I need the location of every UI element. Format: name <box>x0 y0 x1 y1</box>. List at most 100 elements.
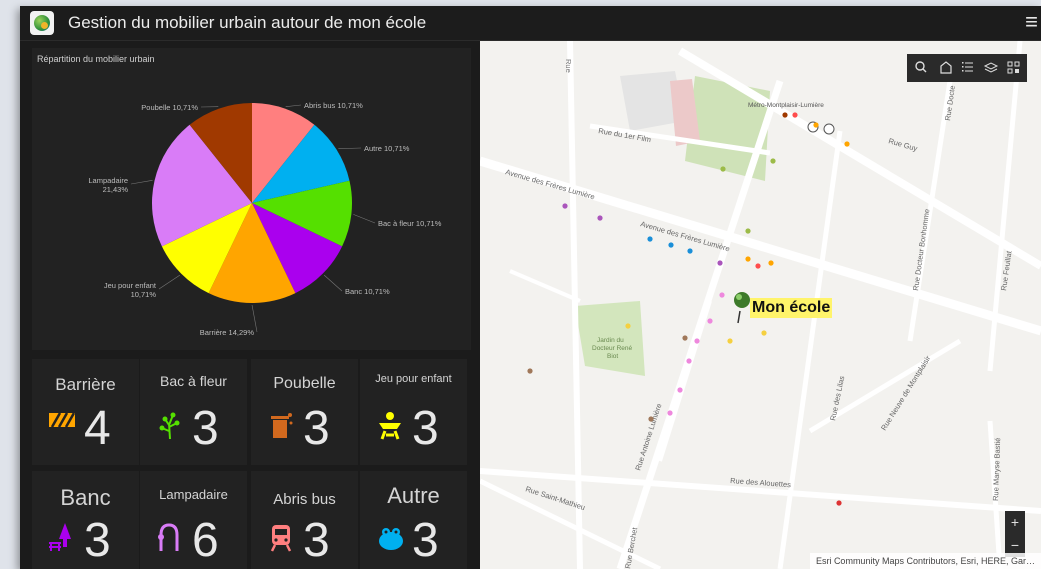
barriere-point <box>813 122 819 128</box>
pie-leader-line <box>353 214 376 224</box>
zoom-in-button[interactable]: + <box>1005 511 1025 534</box>
lampadaire-point <box>667 410 673 416</box>
street-label: Rue des Lilas <box>828 375 846 422</box>
pie-label: Abris bus 10,71% <box>304 101 363 110</box>
street-label: Rue Neuve de Montplaisir <box>879 354 933 432</box>
layers-icon[interactable] <box>983 62 999 73</box>
trash-icon <box>267 411 297 446</box>
road-rue <box>567 41 583 569</box>
road-path <box>509 269 581 303</box>
pie-label: Autre 10,71% <box>364 144 410 153</box>
poubelle-point <box>682 335 688 341</box>
barrier-icon <box>48 411 78 446</box>
park-label: Biot <box>607 353 618 360</box>
poubelle-point <box>648 416 654 422</box>
pie-label: Bac à fleur 10,71% <box>378 219 442 228</box>
counter-label: Jeu pour enfant <box>375 373 452 385</box>
counter-value: 4 <box>84 402 111 455</box>
flower-icon <box>156 411 186 446</box>
jeu-pour-enfant-point <box>625 323 631 329</box>
legend-icon[interactable] <box>962 62 973 72</box>
counter-value: 3 <box>412 514 439 567</box>
autre-point <box>687 248 693 254</box>
counter-card-bac-fleur: Bac à fleur 3 <box>140 359 247 465</box>
counter-card-autre: Autre 3 <box>360 471 467 569</box>
counter-card-jeu-pour-enfant: Jeu pour enfant 3 <box>360 359 467 465</box>
counter-label: Poubelle <box>273 375 336 392</box>
app-window: Gestion du mobilier urbain autour de mon… <box>20 6 1041 569</box>
counter-card-lampadaire: Lampadaire 6 <box>140 471 247 569</box>
app-title: Gestion du mobilier urbain autour de mon… <box>68 13 427 32</box>
park-label: Docteur René <box>592 345 632 352</box>
abris-bus-point <box>755 263 761 269</box>
lampadaire-point <box>686 358 692 364</box>
pie-label: Poubelle 10,71% <box>141 103 198 112</box>
map-attribution: Esri Community Maps Contributors, Esri, … <box>809 553 1041 569</box>
street-label: Rue Docte <box>943 85 957 121</box>
pie-leader-line <box>338 147 362 150</box>
lampadaire-point <box>719 292 725 298</box>
home-icon[interactable] <box>940 61 952 74</box>
lampadaire-point <box>694 338 700 344</box>
counter-value: 3 <box>303 514 330 567</box>
autre-point <box>647 236 653 242</box>
counter-value: 6 <box>192 514 219 567</box>
abris-bus-point <box>836 500 842 506</box>
streetlight-icon <box>156 523 186 558</box>
pie-leader-line <box>158 274 181 290</box>
frog-icon <box>376 523 406 558</box>
school-pin-icon[interactable] <box>734 292 750 324</box>
pie-chart: Abris bus 10,71% Autre 10,71% Bac à fleur … <box>88 101 442 337</box>
pie-leader-line <box>130 180 153 185</box>
bac-a-fleur-point <box>770 158 776 164</box>
search-icon[interactable] <box>915 61 927 73</box>
counter-label: Abris bus <box>273 491 336 508</box>
pie-leader-line <box>323 274 343 292</box>
counter-value: 3 <box>303 402 330 455</box>
bac-a-fleur-point <box>720 166 726 172</box>
counter-value: 3 <box>192 402 219 455</box>
barriere-point <box>768 260 774 266</box>
abris-bus-point <box>792 112 798 118</box>
dashboard-left-panel: Répartition du mobilier urbain Abris bus… <box>20 41 480 569</box>
street-label: Rue Docteur Bonhomme <box>911 208 931 291</box>
app-logo <box>30 11 54 35</box>
counter-label: Autre <box>387 483 440 508</box>
counter-label: Barrière <box>55 375 116 394</box>
pie-label: Barrière 14,29% <box>200 328 255 337</box>
road-path <box>658 300 712 462</box>
counter-card-abris-bus: Abris bus 3 <box>251 471 358 569</box>
metro-label: Métro-Montplaisir-Lumière <box>748 102 824 109</box>
map-toolbar <box>907 54 1027 82</box>
bench-icon <box>48 523 78 558</box>
hamburger-menu-icon[interactable]: ≡ <box>1025 11 1038 33</box>
counter-label: Banc <box>60 485 111 510</box>
counter-card-poubelle: Poubelle 3 <box>251 359 358 465</box>
street-label: Rue <box>564 59 573 73</box>
park-label: Jardin du <box>597 337 624 344</box>
pie-label: Lampadaire 21,43% <box>88 176 128 194</box>
zoom-control: + − <box>1005 511 1025 557</box>
tram-icon <box>823 123 835 135</box>
counter-label: Bac à fleur <box>160 373 227 389</box>
qr-code-icon[interactable] <box>1007 61 1020 74</box>
pie-label: Banc 10,71% <box>345 287 390 296</box>
pie-label: Jeu pour enfant 10,71% <box>104 281 157 299</box>
lampadaire-point <box>707 318 713 324</box>
street-label: Rue Maryse Bastié <box>991 437 1002 501</box>
lampadaire-point <box>677 387 683 393</box>
bus-icon <box>267 523 297 558</box>
counter-label: Lampadaire <box>159 487 228 502</box>
map-view[interactable]: Rue Rue du 1er Film Avenue des Frères Lu… <box>480 41 1041 569</box>
poubelle-point <box>527 368 533 374</box>
bac-a-fleur-point <box>745 228 751 234</box>
street-label: Avenue des Frères Lumière <box>504 167 595 201</box>
jeu-pour-enfant-point <box>761 330 767 336</box>
street-label: Rue Guy <box>887 136 918 153</box>
counter-card-barri-re: Barrière 4 <box>32 359 139 465</box>
pie-chart-panel: Répartition du mobilier urbain Abris bus… <box>32 48 471 350</box>
counter-value: 3 <box>84 514 111 567</box>
jeu-pour-enfant-point <box>727 338 733 344</box>
pie-leader-line <box>285 104 302 108</box>
poubelle-point <box>782 112 788 118</box>
